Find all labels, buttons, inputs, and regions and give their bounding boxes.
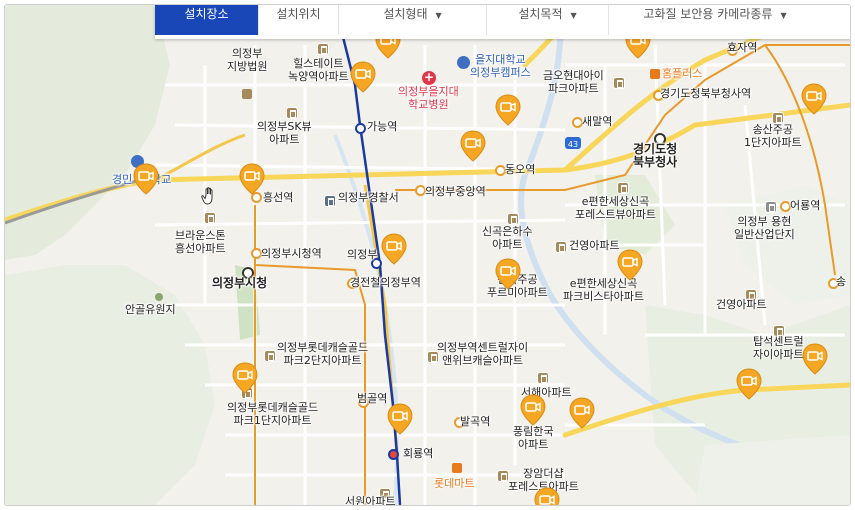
place-label: 브라운스톤 흥선아파트 — [175, 229, 226, 255]
station-label: 경전철의정부역 — [350, 276, 421, 289]
cctv-camera-pin[interactable] — [495, 94, 521, 126]
place-label: 의정부을지대 학교병원 — [398, 85, 459, 111]
tab-install-purpose[interactable]: 설치목적 ▼ — [487, 5, 609, 35]
cctv-camera-pin[interactable] — [569, 397, 595, 429]
apartment-icon[interactable] — [613, 77, 625, 89]
chevron-down-icon: ▼ — [780, 11, 787, 20]
police-icon[interactable] — [324, 195, 336, 207]
place-label: 롯데마트 — [434, 477, 475, 490]
place-label: 의정부SK뷰 아파트 — [257, 120, 312, 146]
cctv-camera-pin[interactable] — [239, 163, 265, 195]
cctv-camera-pin[interactable] — [133, 163, 159, 195]
apartment-icon[interactable] — [264, 350, 276, 362]
place-label: 힐스테이트 녹양역아파트 — [288, 57, 349, 83]
cctv-camera-pin[interactable] — [381, 233, 407, 265]
station-label: 의정부 — [347, 248, 378, 261]
place-label: 탑석센트럴 자이아파트 — [753, 335, 804, 361]
route-43-shield: 43 — [565, 137, 581, 149]
cctv-camera-pin[interactable] — [387, 403, 413, 435]
building-icon[interactable] — [242, 89, 252, 99]
hand-cursor-icon — [201, 187, 213, 205]
chevron-down-icon: ▼ — [570, 11, 577, 20]
cctv-camera-pin[interactable] — [520, 394, 546, 426]
place-label: 안골유원지 — [125, 303, 176, 316]
svg-text:43: 43 — [568, 140, 578, 149]
place-label: 의정부 용현 일반산업단지 — [734, 215, 795, 241]
station-label: 회룡역 — [403, 447, 434, 460]
place-label: 경민 — [112, 173, 133, 186]
apartment-icon[interactable] — [555, 241, 567, 253]
place-label: 건영아파트 — [716, 298, 767, 311]
chevron-down-icon: ▼ — [435, 11, 442, 20]
transfer-station-marker[interactable] — [388, 449, 399, 460]
shopping-icon[interactable] — [452, 463, 462, 473]
station-label: 동오역 — [505, 163, 536, 176]
cctv-camera-pin[interactable] — [350, 61, 376, 93]
place-label: 의정부롯데캐슬골드 파크1단지아파트 — [227, 401, 319, 427]
map-frame[interactable]: 43 + 의정부 지방법원 힐스테이트 녹양역아파트 을지대학교 의정부캠퍼스 … — [4, 4, 851, 506]
station-label: 의정부시청역 — [261, 247, 322, 260]
station-label: 새말역 — [582, 115, 613, 128]
apartment-icon[interactable] — [286, 107, 298, 119]
place-label: 의정부경찰서 — [338, 191, 399, 204]
industrial-icon[interactable] — [765, 201, 777, 213]
place-label: 서원아파트 — [345, 495, 396, 506]
tab-install-place[interactable]: 설치장소 — [155, 5, 259, 35]
place-label: 풍림한국 아파트 — [513, 425, 554, 451]
apartment-icon[interactable] — [317, 43, 329, 55]
station-label: 효자역 — [727, 41, 758, 54]
place-label: 의정부시청 — [212, 276, 268, 290]
place-label: e편한세상신곡 포레스트뷰아파트 — [575, 195, 656, 221]
cctv-camera-pin[interactable] — [801, 83, 827, 115]
cctv-camera-pin[interactable] — [802, 343, 828, 375]
station-label: 송 — [836, 275, 847, 288]
cctv-camera-pin[interactable] — [460, 130, 486, 162]
apartment-icon[interactable] — [537, 372, 549, 384]
place-label: 경기도청 북부청사 — [633, 142, 678, 169]
place-label: 의정부역센트럴자이 앤위브캐슬아파트 — [437, 341, 529, 367]
cctv-camera-pin[interactable] — [232, 362, 258, 394]
place-label: 의정부 지방법원 — [227, 47, 268, 73]
apartment-icon[interactable] — [507, 213, 519, 225]
hospital-icon[interactable]: + — [422, 70, 436, 85]
park-icon[interactable] — [155, 293, 163, 301]
hill-area — [695, 435, 850, 505]
place-label: 건영아파트 — [569, 239, 620, 252]
tab-install-type[interactable]: 설치형태 ▼ — [339, 5, 487, 35]
cctv-camera-pin[interactable] — [736, 368, 762, 400]
cctv-camera-pin[interactable] — [534, 487, 560, 506]
station-label: 범골역 — [357, 392, 388, 405]
station-label: 발곡역 — [460, 415, 491, 428]
tab-camera-type[interactable]: 고화질 보안용 카메라종류 ▼ — [609, 5, 821, 35]
shopping-icon[interactable] — [650, 69, 660, 79]
school-icon[interactable] — [457, 56, 470, 69]
filter-tab-bar: 설치장소 설치위치 설치형태 ▼ 설치목적 ▼ 고화질 보안용 카메라종류 ▼ — [155, 5, 850, 39]
station-label: 의정부중앙역 — [425, 185, 486, 198]
station-label: 경기도청북부청사역 — [660, 87, 752, 100]
station-marker[interactable] — [355, 123, 366, 134]
place-label: 송산주공 1단지아파트 — [744, 123, 802, 149]
place-label: 금오현대아이 파크아파트 — [543, 69, 604, 95]
station-label: 어룡역 — [790, 199, 821, 212]
place-label: 홈플러스 — [662, 67, 703, 80]
cctv-camera-pin[interactable] — [495, 258, 521, 290]
apartment-icon[interactable] — [617, 182, 629, 194]
apartment-icon[interactable] — [204, 212, 216, 224]
tab-install-location[interactable]: 설치위치 — [259, 5, 339, 35]
place-label: 을지대학교 의정부캠퍼스 — [470, 53, 531, 79]
station-label: 가능역 — [367, 120, 398, 133]
station-label: 흥선역 — [263, 191, 294, 204]
cctv-camera-pin[interactable] — [617, 249, 643, 281]
place-label: 의정부롯데캐슬골드 파크2단지아파트 — [277, 341, 369, 367]
place-label: 신곡은하수 아파트 — [482, 225, 533, 251]
